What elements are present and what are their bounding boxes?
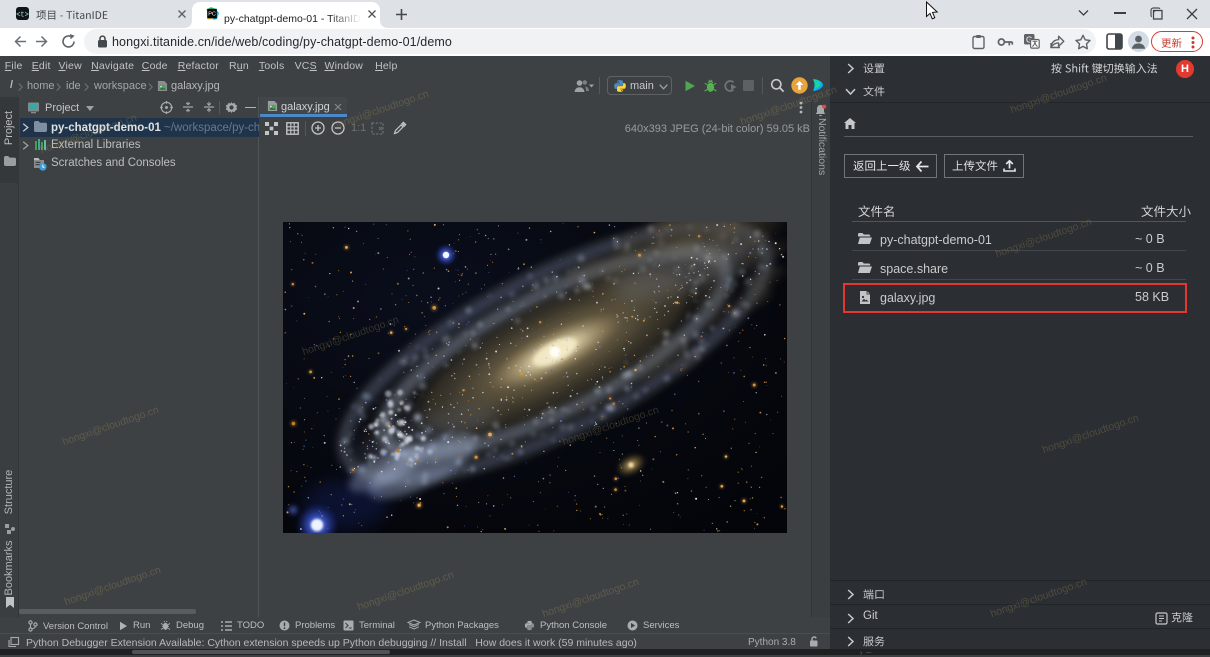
- svg-text:PC: PC: [208, 12, 216, 18]
- svg-text:<t>: <t>: [16, 11, 29, 19]
